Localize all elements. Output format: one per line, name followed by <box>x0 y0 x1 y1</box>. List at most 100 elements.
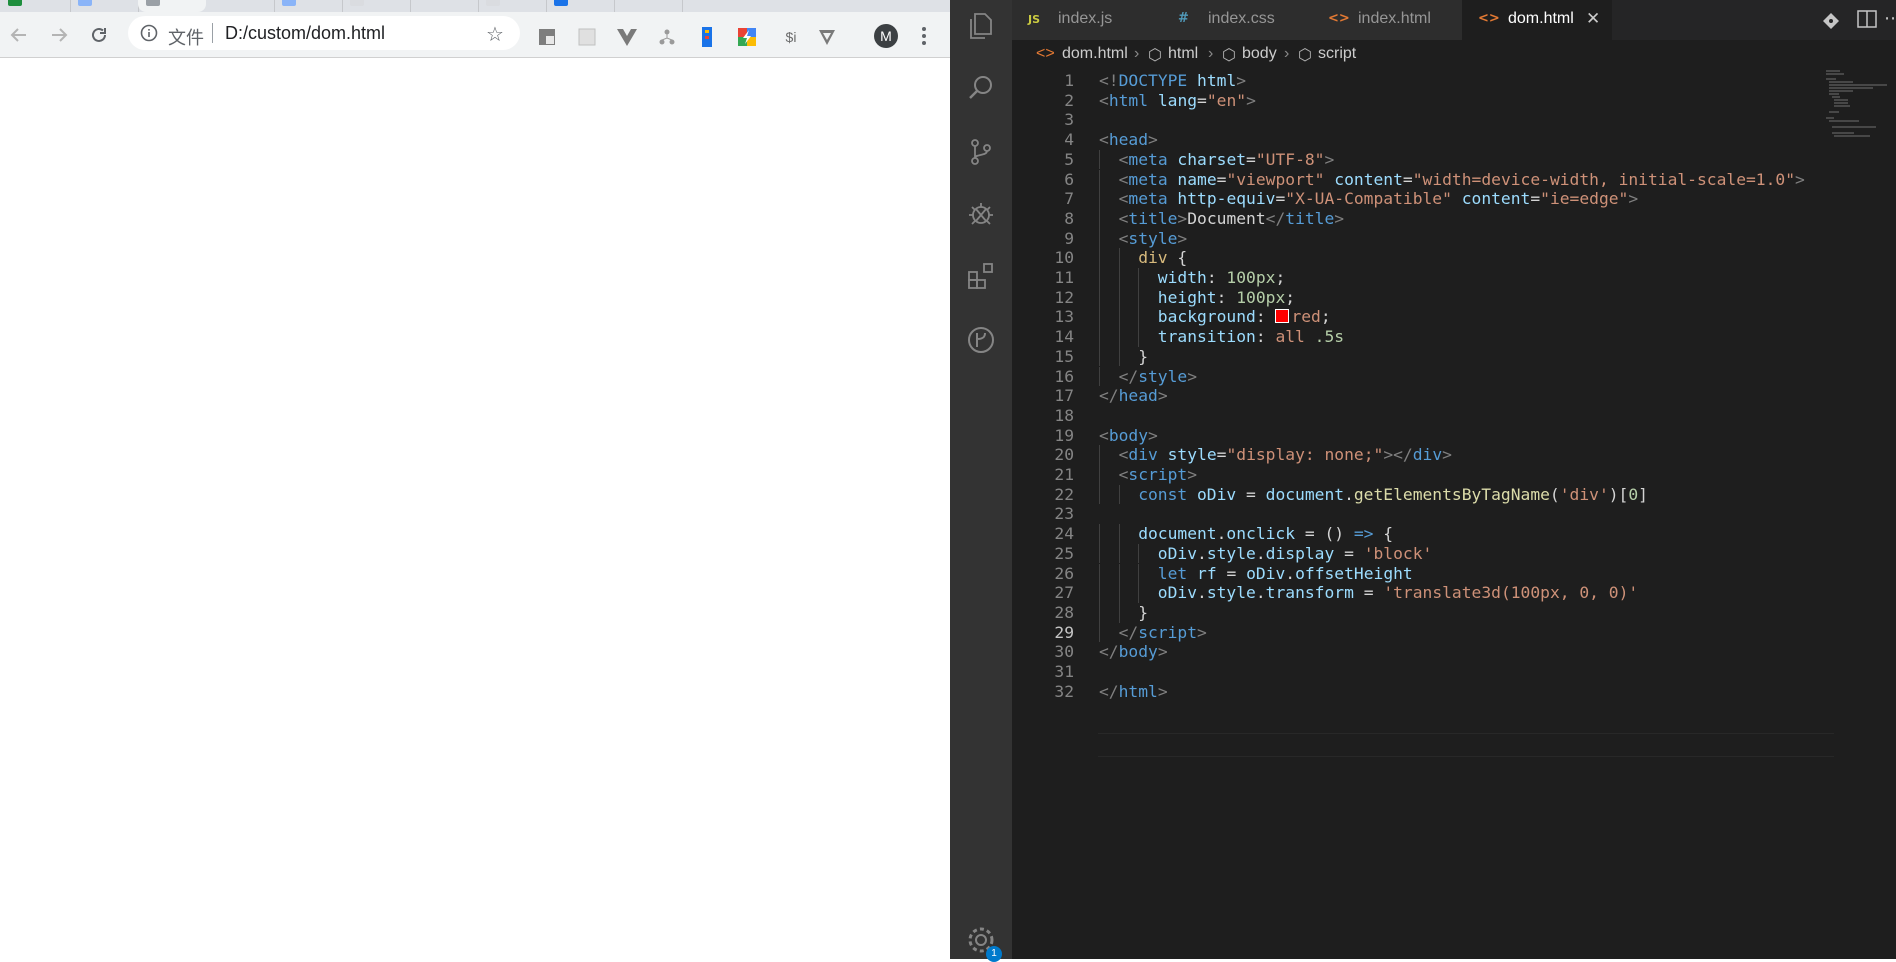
forward-button[interactable] <box>46 22 72 48</box>
code-text: transition: all .5s <box>1158 327 1344 347</box>
breadcrumb-item[interactable]: html <box>1168 45 1198 63</box>
code-line[interactable]: 1 <!DOCTYPE html> <box>1012 71 1832 91</box>
code-line[interactable]: 4 <head> <box>1012 130 1832 150</box>
indent-guide <box>1099 268 1100 288</box>
color-swatch[interactable] <box>1275 309 1290 324</box>
code-line[interactable]: 28} <box>1012 602 1832 623</box>
address-url[interactable]: D:/custom/dom.html <box>225 23 385 44</box>
tree-ext-icon[interactable] <box>656 26 678 48</box>
code-line[interactable]: 19 <body> <box>1012 426 1832 446</box>
code-line[interactable]: 11 width: 100px; <box>1012 268 1832 288</box>
browser-tab[interactable] <box>0 0 71 12</box>
browser-tab[interactable] <box>478 0 547 12</box>
code-line[interactable]: 25 oDiv.style.display = 'block' <box>1012 543 1832 564</box>
code-token: . <box>1255 583 1266 603</box>
code-line[interactable]: 18 <box>1012 406 1832 426</box>
browser-tab[interactable] <box>546 0 615 12</box>
breadcrumb-item[interactable]: script <box>1318 45 1356 63</box>
code-line[interactable]: 24 document.onclick = () => { <box>1012 524 1832 544</box>
code-token: = <box>1275 189 1286 209</box>
split-editor-icon[interactable] <box>1857 10 1877 28</box>
code-token: > <box>1148 130 1158 150</box>
close-icon[interactable]: ✕ <box>1586 9 1600 29</box>
code-editor[interactable]: 1 <!DOCTYPE html> 2 <html lang="en"> 3 4 <head… <box>1012 68 1896 959</box>
line-number: 13 <box>1054 307 1074 327</box>
code-line[interactable]: 7 <meta http-equiv="X-UA-Compatible" cont… <box>1012 189 1832 209</box>
menu-kebab-icon[interactable] <box>916 24 932 48</box>
code-line[interactable]: 21 <script> <box>1012 465 1832 485</box>
search-button[interactable] <box>963 70 999 106</box>
reader-ext-icon[interactable] <box>536 26 558 48</box>
browser-tab[interactable] <box>206 0 275 12</box>
code-line[interactable]: 27 oDiv.style.transform = 'translate3d(10… <box>1012 583 1832 603</box>
code-line[interactable]: 30 </body> <box>1012 642 1832 662</box>
breadcrumb-item[interactable]: body <box>1242 45 1277 63</box>
reload-button[interactable] <box>86 22 112 48</box>
code-line[interactable]: 9 <style> <box>1012 228 1832 249</box>
code-line[interactable]: 23 <box>1012 504 1832 524</box>
code-token: < <box>1118 208 1129 228</box>
code-line[interactable]: 32 </html> <box>1012 682 1832 702</box>
code-line[interactable]: 22 const oDiv = document.getElementsByTag… <box>1012 484 1832 505</box>
code-line[interactable]: 15} <box>1012 346 1832 367</box>
html-file-icon: <> <box>1478 11 1500 26</box>
code-line[interactable]: 29 </script> <box>1012 622 1832 643</box>
code-line[interactable]: 31 <box>1012 662 1832 682</box>
code-token: < <box>1118 445 1129 465</box>
code-line[interactable]: 6 <meta name="viewport" content="width=de… <box>1012 169 1832 190</box>
code-line[interactable]: 12 height: 100px; <box>1012 287 1832 308</box>
git-compare-icon[interactable] <box>1822 12 1840 30</box>
code-line[interactable]: 26 let rf = oDiv.offsetHeight <box>1012 563 1832 584</box>
address-bar[interactable]: 文件 D:/custom/dom.html ☆ <box>128 16 520 50</box>
indent-guide <box>1099 484 1100 505</box>
breadcrumb-item[interactable]: dom.html <box>1062 45 1128 63</box>
code-line[interactable]: 3 <box>1012 110 1832 130</box>
code-token: > <box>1334 208 1345 228</box>
code-line[interactable]: 2 <html lang="en"> <box>1012 91 1832 111</box>
browser-tab-active[interactable] <box>138 0 206 12</box>
source-control-button[interactable] <box>963 134 999 170</box>
timeline-button[interactable] <box>963 322 999 358</box>
tab-index-html[interactable]: <> index.html <box>1312 0 1463 40</box>
browser-tab[interactable] <box>274 0 343 12</box>
browser-tab[interactable] <box>342 0 411 12</box>
code-line[interactable]: 10 div { <box>1012 248 1832 268</box>
code-line[interactable]: 8 <title>Document</title> <box>1012 208 1832 229</box>
code-line[interactable]: 5 <meta charset="UTF-8"> <box>1012 149 1832 170</box>
tab-index-js[interactable]: JS index.js <box>1012 0 1163 40</box>
browser-tab[interactable] <box>410 0 479 12</box>
vue-devtools-icon[interactable] <box>616 26 638 48</box>
indent-guide <box>1099 228 1100 249</box>
debug-button[interactable] <box>963 196 999 232</box>
html-file-icon: <> <box>1328 11 1350 26</box>
browser-tab[interactable] <box>614 0 683 12</box>
code-token: = <box>1197 90 1207 110</box>
tab-index-css[interactable]: # index.css <box>1162 0 1313 40</box>
tab-dom-html[interactable]: <> dom.html ✕ <box>1462 0 1613 40</box>
line-number: 24 <box>1054 524 1074 544</box>
code-line[interactable]: 20 <div style="display: none;"></div> <box>1012 445 1832 465</box>
code-line[interactable]: 13 background: red; <box>1012 307 1832 328</box>
code-token: > <box>1246 90 1256 110</box>
code-line[interactable]: 16 </style> <box>1012 366 1832 387</box>
back-button[interactable] <box>6 22 32 48</box>
colorful-ext-icon[interactable] <box>736 26 758 48</box>
code-token: let <box>1157 563 1188 583</box>
more-actions-icon[interactable]: ⋯ <box>1884 8 1896 29</box>
extensions-button[interactable] <box>963 258 999 294</box>
explorer-button[interactable] <box>963 8 999 44</box>
ruler-ext-icon[interactable] <box>696 26 718 48</box>
grid-ext-icon[interactable] <box>576 26 598 48</box>
code-line[interactable]: 17 </head> <box>1012 386 1832 406</box>
minimap[interactable] <box>1824 68 1887 138</box>
profile-avatar[interactable]: M <box>874 24 898 48</box>
info-icon[interactable] <box>140 24 158 42</box>
code-line[interactable]: 14 transition: all .5s <box>1012 327 1832 347</box>
bookmark-star-icon[interactable]: ☆ <box>486 22 504 46</box>
dollar-i-ext[interactable]: $i <box>776 26 806 48</box>
code-token: ] <box>1638 484 1648 504</box>
shield-ext-icon[interactable] <box>816 26 838 48</box>
code-token: display <box>1265 543 1335 563</box>
line-number: 26 <box>1054 563 1074 583</box>
browser-tab[interactable] <box>70 0 139 12</box>
